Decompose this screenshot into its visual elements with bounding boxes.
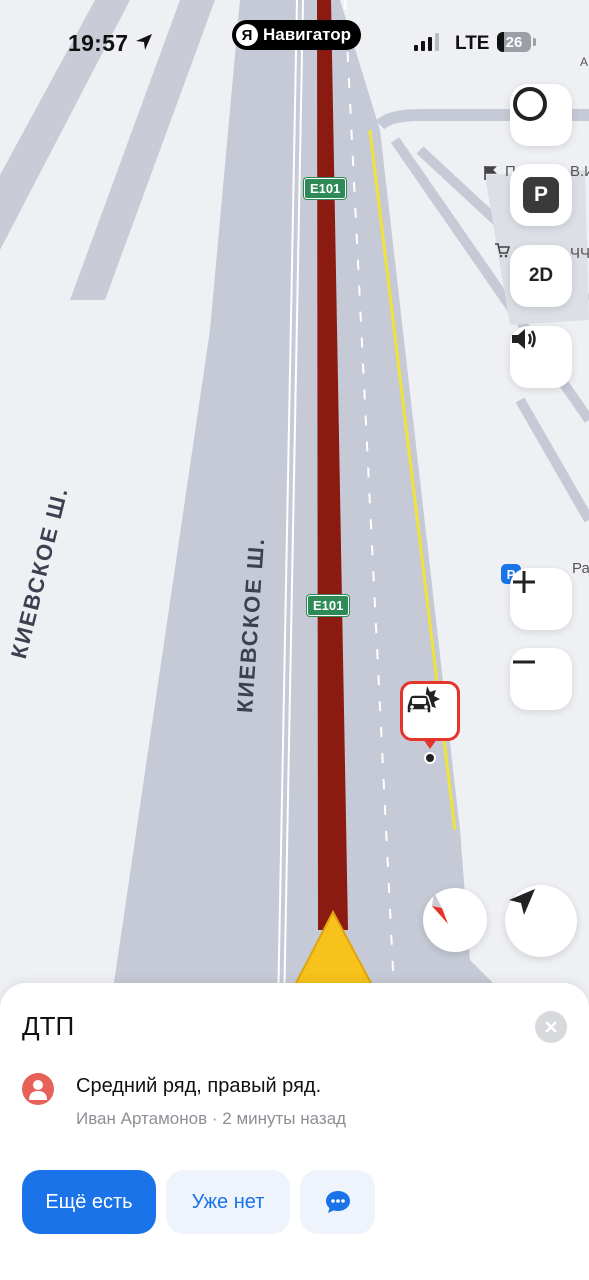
cellular-signal-icon (414, 33, 439, 51)
incident-marker[interactable] (400, 681, 460, 741)
map-canvas (0, 0, 589, 1010)
incident-time: 2 минуты назад (222, 1109, 347, 1128)
clock: 19:57 (68, 30, 129, 56)
map-mode-button[interactable]: 2D (510, 245, 572, 307)
road-number-sign: E101 (307, 595, 350, 616)
road-number-sign: E101 (304, 178, 347, 199)
poi-label: В.И. (570, 163, 589, 180)
minus-icon (513, 660, 535, 664)
network-type: LTE (455, 33, 490, 54)
compass-button[interactable] (423, 888, 487, 952)
map-view[interactable]: E101 E101 КИЕВСКОЕ Ш. КИЕВСКОЕ Ш. П В.И.… (0, 0, 589, 1010)
gone-button[interactable]: Уже нет (166, 1170, 290, 1234)
incident-meta: Иван Артамонов · 2 минуты назад (76, 1109, 346, 1129)
comment-button[interactable] (300, 1170, 375, 1234)
incident-author: Иван Артамонов (76, 1109, 208, 1128)
my-location-button[interactable] (505, 885, 577, 957)
poi-label: Ра (572, 560, 589, 577)
battery-icon: 26 (497, 32, 531, 52)
zoom-out-button[interactable] (510, 648, 572, 710)
chat-bubble-icon (325, 1191, 350, 1213)
still-there-button[interactable]: Ещё есть (22, 1170, 156, 1234)
alice-assistant-button[interactable] (510, 84, 572, 146)
plus-icon (513, 571, 535, 593)
battery-tip (533, 38, 536, 46)
zoom-in-button[interactable] (510, 568, 572, 630)
location-services-icon (134, 32, 154, 57)
incident-title: ДТП (22, 1011, 75, 1041)
app-indicator-pill[interactable]: Я Навигатор (232, 20, 362, 50)
app-indicator-label: Навигатор (263, 25, 352, 44)
alice-icon (513, 87, 547, 121)
poi-label: ЧЧ (570, 245, 589, 262)
incident-location-dot (426, 754, 434, 762)
compass-icon (432, 892, 448, 924)
speaker-icon (512, 329, 536, 349)
sound-button[interactable] (510, 326, 572, 388)
yandex-logo-icon: Я (236, 24, 258, 46)
battery-level: 26 (505, 33, 523, 51)
navigation-arrow-icon (509, 889, 535, 915)
car-crash-icon (406, 686, 440, 714)
status-bar: 19:57 Я Навигатор LTE 26 (0, 0, 589, 90)
incident-comment: Средний ряд, правый ряд. (76, 1075, 322, 1097)
user-icon (29, 1080, 47, 1100)
side-street (515, 397, 589, 523)
avatar (22, 1073, 54, 1105)
parking-button[interactable]: P (510, 164, 572, 226)
incident-sheet: ДТП Средний ряд, правый ряд. Иван Артамо… (0, 983, 589, 1280)
close-icon (545, 1021, 557, 1033)
parking-icon: P (523, 177, 559, 213)
meta-separator: · (211, 1109, 218, 1128)
close-button[interactable] (535, 1011, 567, 1043)
incident-marker-pointer (423, 739, 437, 749)
